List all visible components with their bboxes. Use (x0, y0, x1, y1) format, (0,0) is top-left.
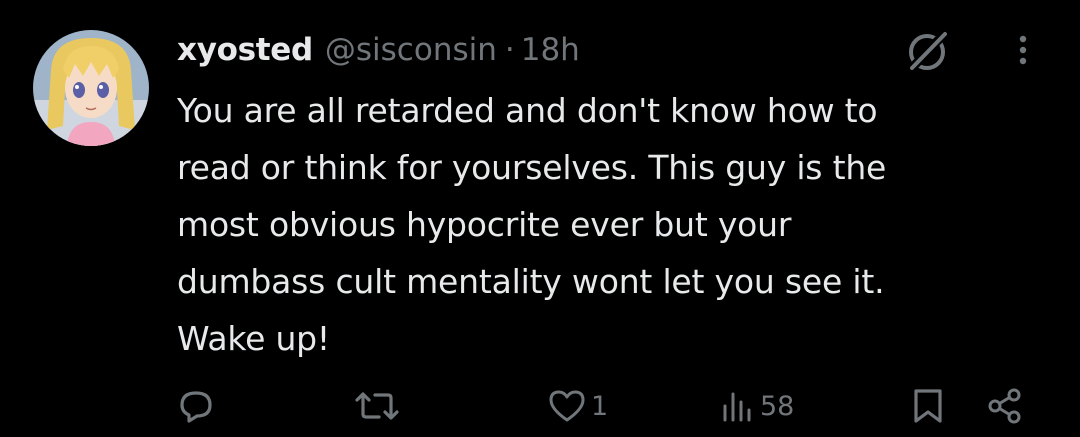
views-count: 58 (760, 390, 795, 422)
avatar[interactable] (33, 30, 149, 146)
views-button[interactable]: 58 (720, 378, 794, 434)
tweet[interactable]: xyosted @sisconsin · 18h You are all ret… (0, 0, 1080, 437)
reply-icon (180, 391, 212, 423)
heart-icon (549, 390, 585, 422)
like-button[interactable]: 1 (547, 378, 608, 434)
bookmark-button[interactable] (908, 378, 948, 434)
bookmark-icon (914, 389, 942, 423)
reply-button[interactable] (176, 378, 220, 434)
separator-dot: · (504, 32, 515, 68)
more-options-icon[interactable] (1005, 28, 1041, 72)
like-count: 1 (591, 390, 609, 422)
tweet-header: xyosted @sisconsin · 18h (177, 28, 580, 72)
anime-girl-avatar-icon (33, 30, 149, 146)
grok-icon[interactable] (903, 27, 951, 75)
views-icon (723, 392, 751, 422)
display-name[interactable]: xyosted (177, 32, 313, 68)
timestamp[interactable]: 18h (521, 32, 580, 68)
tweet-text: You are all retarded and don't know how … (177, 91, 887, 358)
retweet-button[interactable] (352, 378, 406, 434)
tweet-actions: 1 58 (0, 378, 1080, 434)
share-icon (988, 388, 1021, 424)
user-handle[interactable]: @sisconsin (325, 32, 497, 68)
share-button[interactable] (985, 378, 1025, 434)
retweet-icon (355, 392, 399, 420)
